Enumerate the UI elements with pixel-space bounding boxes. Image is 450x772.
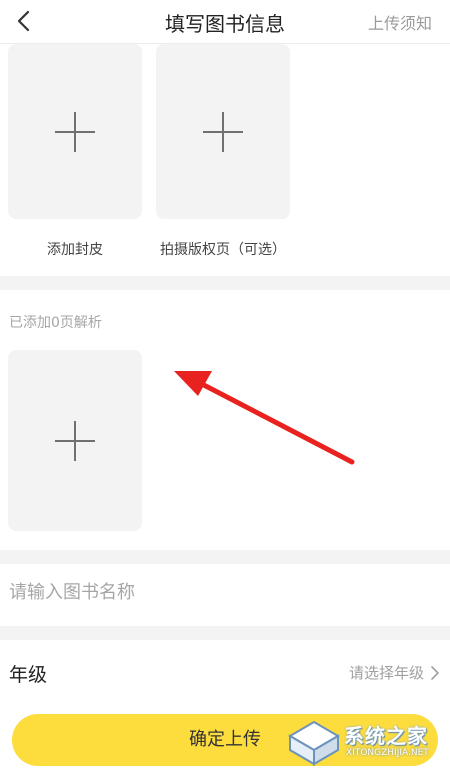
analysis-section: 已添加0页解析 (0, 290, 450, 550)
top-bar: 填写图书信息 上传须知 (0, 0, 450, 44)
copyright-page-tile[interactable] (156, 44, 290, 219)
watermark-text: 系统之家 (344, 724, 428, 748)
watermark-logo-icon (288, 720, 340, 766)
grade-select[interactable]: 请选择年级 (349, 662, 440, 683)
upload-notice-link[interactable]: 上传须知 (368, 10, 432, 34)
grade-select-placeholder: 请选择年级 (348, 664, 424, 682)
add-cover-tile[interactable] (8, 44, 142, 219)
plus-icon (203, 111, 243, 152)
book-name-section (0, 564, 450, 626)
plus-icon (55, 111, 95, 152)
grade-label: 年级 (9, 664, 48, 686)
chevron-right-icon (431, 665, 439, 680)
add-cover-caption: 添加封皮 (47, 242, 103, 258)
watermark-subtext: XITONGZHIJIA.NET (346, 748, 429, 758)
book-name-input[interactable] (9, 582, 429, 603)
analysis-count-label: 已添加0页解析 (9, 315, 102, 331)
cover-upload-section: 添加封皮 拍摄版权页（可选） (0, 44, 450, 276)
plus-icon (55, 420, 95, 461)
add-analysis-tile[interactable] (8, 350, 142, 531)
watermark: 系统之家 XITONGZHIJIA.NET (286, 716, 446, 768)
copyright-page-caption: 拍摄版权页（可选） (160, 242, 286, 258)
red-arrow-annotation-icon (174, 371, 355, 465)
